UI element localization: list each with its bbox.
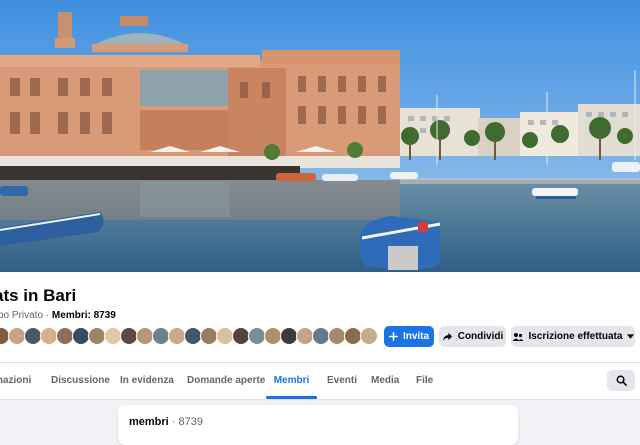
- group-title[interactable]: ats in Bari: [0, 286, 76, 306]
- caret-down-icon: [627, 334, 635, 339]
- members-card: membri · 8739: [118, 405, 518, 445]
- group-header: [0, 272, 640, 370]
- plus-icon: [389, 332, 398, 341]
- members-card-count: 8739: [178, 416, 204, 428]
- group-meta: po Privato · Membri: 8739: [0, 310, 116, 321]
- joined-label: Iscrizione effettuata: [528, 331, 623, 342]
- tab-membri[interactable]: Membri: [266, 363, 317, 399]
- tab-discussione[interactable]: Discussione: [51, 363, 110, 398]
- member-avatar[interactable]: [360, 327, 378, 345]
- members-value[interactable]: 8739: [94, 310, 116, 321]
- meta-separator: ·: [43, 310, 52, 321]
- member-avatars[interactable]: [0, 327, 378, 347]
- members-label[interactable]: Membri:: [52, 310, 91, 321]
- members-card-separator: ·: [168, 416, 179, 428]
- cover-photo: [0, 0, 640, 272]
- share-button[interactable]: Condividi: [439, 326, 506, 347]
- tab-media[interactable]: Media: [371, 363, 399, 398]
- share-label: Condividi: [457, 331, 504, 342]
- invite-button[interactable]: Invita: [384, 326, 434, 347]
- members-card-title: membri · 8739: [129, 416, 203, 428]
- group-people-icon: [512, 332, 524, 341]
- tab-eventi[interactable]: Eventi: [327, 363, 357, 398]
- tab-file[interactable]: File: [416, 363, 433, 398]
- group-tabs: mazioni Discussione In evidenza Domande …: [0, 363, 640, 399]
- joined-button[interactable]: Iscrizione effettuata: [511, 326, 635, 347]
- tabs-divider: [0, 399, 640, 400]
- search-icon: [616, 375, 627, 386]
- tab-informazioni[interactable]: mazioni: [0, 363, 31, 398]
- tab-domande-aperte[interactable]: Domande aperte: [187, 363, 265, 398]
- invite-label: Invita: [402, 331, 430, 342]
- tab-in-evidenza[interactable]: In evidenza: [120, 363, 174, 398]
- group-privacy: po Privato: [0, 310, 44, 321]
- group-search-button[interactable]: [607, 370, 635, 391]
- members-card-label: membri: [129, 416, 169, 428]
- share-arrow-icon: [442, 332, 452, 341]
